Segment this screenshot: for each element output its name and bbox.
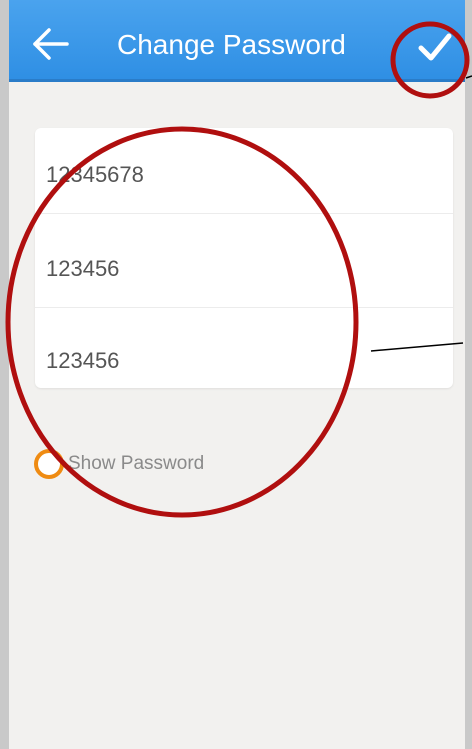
phone-screen: Change Password 12345678 123456 123456 S… <box>0 0 472 749</box>
confirm-password-value: 123456 <box>46 348 120 373</box>
show-password-checkbox[interactable] <box>34 449 64 479</box>
check-icon <box>418 33 452 61</box>
back-button[interactable] <box>29 22 73 66</box>
app-bar: Change Password <box>9 0 465 82</box>
old-password-value: 12345678 <box>46 162 144 187</box>
old-password-field[interactable]: 12345678 <box>35 128 453 214</box>
page-title: Change Password <box>117 29 346 60</box>
arrow-left-icon <box>33 28 69 60</box>
show-password-label: Show Password <box>68 453 205 474</box>
new-password-value: 123456 <box>46 256 120 281</box>
show-password-toggle[interactable]: Show Password <box>34 445 254 481</box>
password-form-card: 12345678 123456 123456 <box>35 128 453 388</box>
confirm-password-field[interactable]: 123456 <box>35 316 453 388</box>
confirm-button[interactable] <box>411 22 459 70</box>
new-password-field[interactable]: 123456 <box>35 222 453 308</box>
